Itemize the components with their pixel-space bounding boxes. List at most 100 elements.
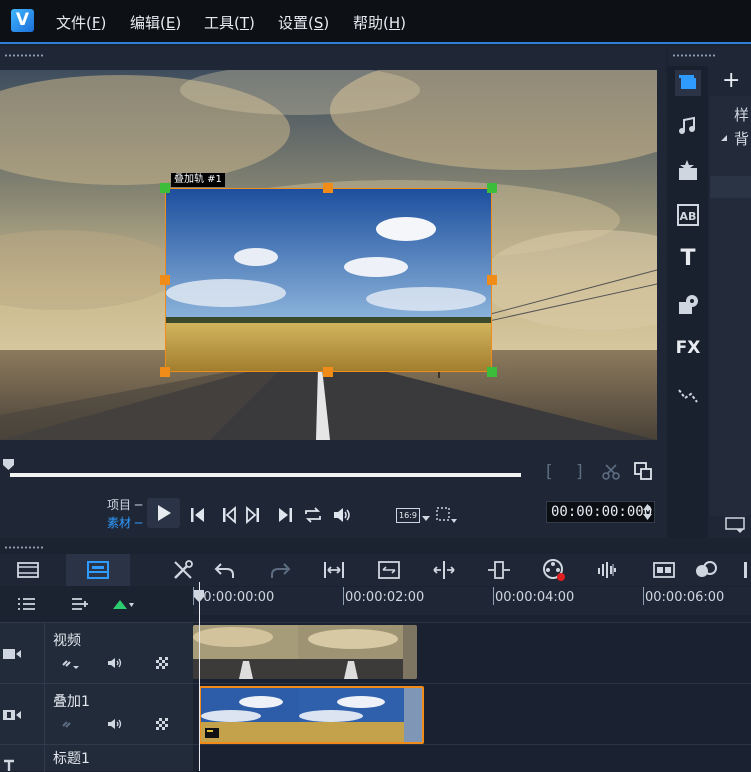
resize-handle-right[interactable] [487, 275, 497, 285]
library-header: + [710, 66, 751, 96]
track-name: 叠加1 [53, 694, 90, 710]
library-selected-row[interactable] [710, 176, 751, 198]
storyboard-view-icon[interactable] [16, 558, 40, 582]
scrub-bar[interactable] [10, 473, 521, 477]
transparency-icon[interactable] [155, 717, 169, 731]
video-clip-thumbnails [193, 625, 417, 679]
insert-space-icon[interactable] [487, 558, 511, 582]
audio-mixer-icon[interactable] [597, 558, 621, 582]
menu-tools[interactable]: 工具(T) [204, 12, 255, 33]
video-clip[interactable] [193, 625, 417, 679]
resize-handle-bottom[interactable] [323, 367, 333, 377]
menu-file[interactable]: 文件(F) [56, 12, 106, 33]
title-track-lane[interactable] [193, 744, 751, 771]
ruler-label: 00:00:00:00 [195, 590, 275, 605]
add-remove-track-icon[interactable] [70, 596, 90, 612]
overlay-track-header[interactable]: 叠加1 [0, 683, 193, 745]
video-track-icon [3, 649, 21, 659]
motion-tracking-icon[interactable] [694, 558, 718, 582]
library-toolbar: AB T FX [668, 66, 708, 538]
split-expand-icon[interactable] [432, 558, 456, 582]
expand-arrow-icon[interactable] [720, 134, 728, 142]
record-capture-icon[interactable] [542, 558, 566, 582]
overlay-clip-preview[interactable] [165, 188, 492, 372]
track-manager-icon[interactable] [17, 596, 37, 612]
undo-icon[interactable] [213, 558, 237, 582]
transition-icon[interactable]: AB [677, 204, 699, 226]
graphics-icon[interactable] [675, 292, 701, 318]
media-icon[interactable] [675, 70, 701, 96]
wheat-field-image [166, 189, 491, 371]
player-panel: 叠加轨 #1 [ ] 项目 ─ 素材 ─ 16:9 00:00:00:000 [0, 46, 666, 538]
timeline-playhead[interactable] [199, 582, 200, 771]
resize-handle-left[interactable] [160, 275, 170, 285]
resize-handle-bottom-left[interactable] [160, 367, 170, 377]
resize-handle-top-right[interactable] [487, 183, 497, 193]
resize-handle-top-left[interactable] [160, 183, 170, 193]
library-item[interactable]: 样 [734, 104, 749, 125]
volume-icon[interactable] [332, 505, 352, 525]
timecode-field[interactable]: 00:00:00:000 [546, 501, 655, 523]
split-clip-icon[interactable] [601, 462, 621, 482]
repeat-icon[interactable] [303, 505, 323, 525]
title-track-header[interactable]: 标题1 [0, 744, 193, 772]
instant-project-icon[interactable] [675, 158, 701, 184]
volume-icon[interactable] [106, 717, 124, 731]
mode-clip[interactable]: 素材 ─ [107, 514, 142, 531]
mark-out-button[interactable]: ] [576, 462, 583, 482]
track-name: 视频 [53, 633, 81, 649]
title-icon[interactable]: T [675, 246, 701, 272]
volume-icon[interactable] [106, 656, 124, 670]
previous-frame-icon[interactable] [218, 505, 238, 525]
aspect-ratio-button[interactable]: 16:9 [396, 508, 420, 523]
add-button[interactable]: + [722, 68, 740, 93]
ruler-label: 00:00:02:00 [345, 590, 425, 605]
video-track-lane[interactable] [193, 622, 751, 683]
panel-grip[interactable] [4, 546, 44, 549]
music-icon[interactable] [675, 113, 701, 139]
overlay-track-lane[interactable] [193, 683, 751, 744]
timecode-stepper-icon[interactable] [642, 502, 653, 522]
timeline-toolbar [0, 554, 751, 586]
scrubber-handle[interactable] [2, 458, 15, 471]
library-view-icon[interactable] [724, 516, 748, 534]
redo-icon[interactable] [268, 558, 292, 582]
enlarge-preview-icon[interactable] [633, 461, 653, 481]
tools-icon[interactable] [171, 558, 195, 582]
preview-video[interactable]: 叠加轨 #1 [0, 70, 657, 440]
go-to-start-icon[interactable] [188, 505, 208, 525]
panel-grip[interactable] [4, 54, 44, 57]
multi-camera-icon[interactable] [652, 558, 676, 582]
filter-icon[interactable]: FX [675, 338, 701, 364]
mark-in-button[interactable]: [ [546, 462, 553, 482]
overlay-track-tag: 叠加轨 #1 [171, 173, 225, 187]
ripple-editing-icon[interactable] [111, 598, 135, 610]
timeline-view-tab[interactable] [66, 554, 130, 586]
menu-edit[interactable]: 编辑(E) [130, 12, 181, 33]
play-button[interactable] [147, 498, 180, 528]
path-icon[interactable] [675, 382, 701, 408]
transparency-icon[interactable] [155, 656, 169, 670]
chevron-down-icon[interactable] [422, 516, 430, 522]
menu-help[interactable]: 帮助(H) [353, 12, 406, 33]
video-track-header[interactable]: 视频 [0, 622, 193, 684]
link-icon[interactable] [60, 717, 80, 731]
menu-settings[interactable]: 设置(S) [278, 12, 329, 33]
playhead-handle-icon[interactable] [193, 589, 205, 603]
library-item[interactable]: 背 [734, 128, 749, 149]
panel-grip[interactable] [672, 54, 716, 57]
fit-window-icon[interactable] [377, 558, 401, 582]
resize-handle-bottom-right[interactable] [487, 367, 497, 377]
go-to-end-icon[interactable] [275, 505, 295, 525]
link-icon[interactable] [60, 656, 80, 670]
time-ruler[interactable]: 00:00:00:00 00:00:02:00 00:00:04:00 00:0… [193, 587, 751, 615]
more-tools-icon[interactable] [740, 558, 751, 582]
overlay-clip[interactable] [199, 686, 424, 744]
mode-project[interactable]: 项目 ─ [107, 496, 142, 513]
resize-handle-top[interactable] [323, 183, 333, 193]
app-logo: V [11, 9, 34, 32]
fit-project-icon[interactable] [322, 558, 346, 582]
crop-mode-icon[interactable] [435, 506, 459, 524]
next-frame-icon[interactable] [244, 505, 264, 525]
track-name: 标题1 [53, 751, 90, 767]
